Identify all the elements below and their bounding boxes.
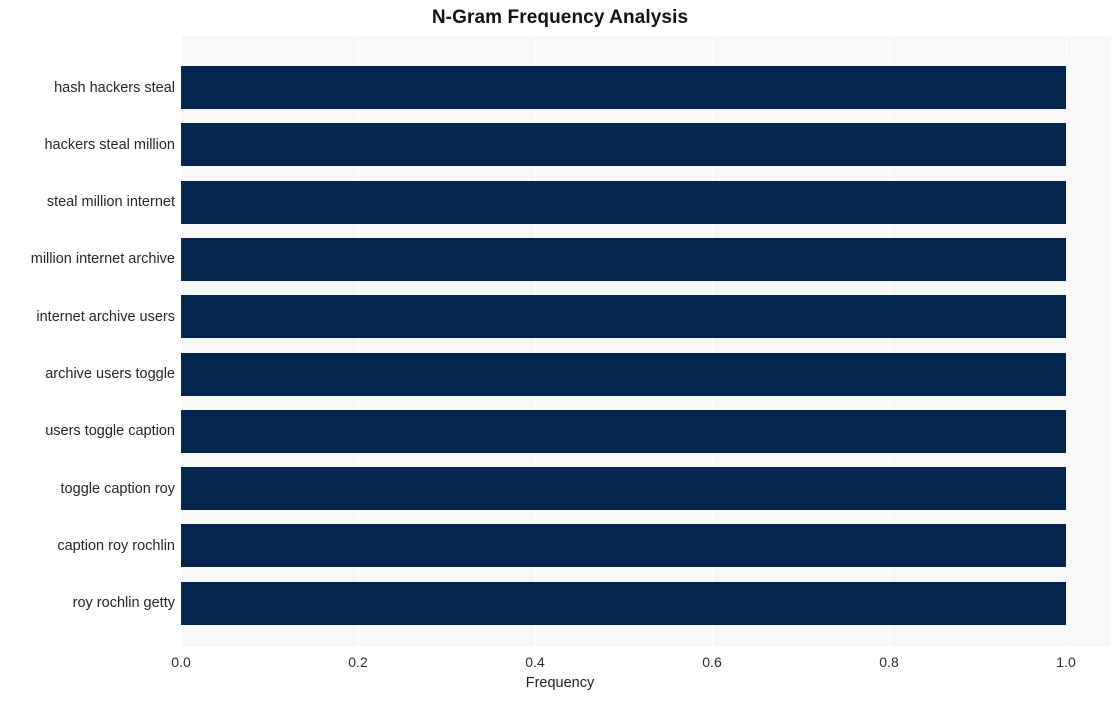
y-axis-tick-label: million internet archive	[30, 251, 175, 268]
x-axis-label: Frequency	[525, 675, 595, 691]
x-axis-ticks: 0.0 0.2 0.4 0.6 0.8 1.0	[0, 652, 1120, 672]
bar	[181, 66, 1066, 109]
y-axis-tick-label: steal million internet	[46, 194, 175, 211]
bar	[181, 524, 1066, 568]
y-axis-tick-label: toggle caption roy	[60, 480, 175, 497]
x-axis-tick-label: 0.4	[525, 654, 545, 670]
chart-title: N-Gram Frequency Analysis	[431, 7, 689, 28]
x-axis-tick-label: 0.0	[171, 654, 191, 670]
y-axis-tick-label: internet archive users	[36, 308, 175, 325]
bar	[181, 581, 1066, 625]
bar	[181, 237, 1066, 281]
bars-container	[181, 36, 1111, 647]
bar	[181, 123, 1066, 167]
y-axis-tick-label: hackers steal million	[44, 136, 175, 153]
x-axis-tick-label: 0.8	[879, 654, 899, 670]
bar	[181, 180, 1066, 224]
y-axis-tick-label: users toggle caption	[45, 423, 175, 440]
x-axis-tick-label: 1.0	[1056, 654, 1076, 670]
y-axis-tick-label: hash hackers steal	[54, 79, 175, 96]
y-axis-labels: hash hackers steal hackers steal million s…	[0, 36, 175, 647]
y-axis-tick-label: caption roy rochlin	[57, 537, 175, 554]
bar	[181, 352, 1066, 396]
x-axis-tick-label: 0.2	[348, 654, 368, 670]
bar	[181, 409, 1066, 453]
bar	[181, 467, 1066, 511]
x-axis-tick-label: 0.6	[702, 654, 722, 670]
bar	[181, 295, 1066, 339]
chart-figure: N-Gram Frequency Analysis hash hackers s…	[0, 0, 1120, 701]
y-axis-tick-label: roy rochlin getty	[72, 595, 175, 612]
y-axis-tick-label: archive users toggle	[45, 366, 175, 382]
plot-area	[181, 36, 1111, 647]
